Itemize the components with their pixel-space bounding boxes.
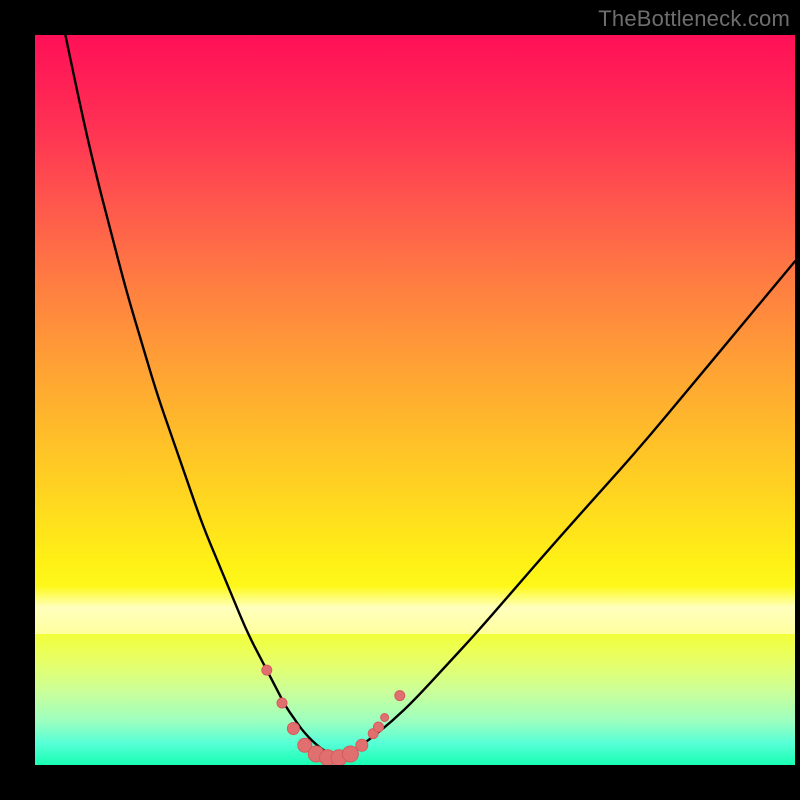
data-marker [381,714,389,722]
data-marker [356,739,368,751]
data-marker [277,698,287,708]
data-marker [262,665,272,675]
chart-frame: TheBottleneck.com [0,0,800,800]
plot-area [35,35,795,765]
data-marker [395,691,405,701]
watermark-text: TheBottleneck.com [598,6,790,32]
curve-layer [35,35,795,765]
data-marker [374,722,384,732]
data-marker [287,723,299,735]
data-marker [342,746,358,762]
bottleneck-curve [65,35,795,757]
curve-markers [262,665,405,765]
